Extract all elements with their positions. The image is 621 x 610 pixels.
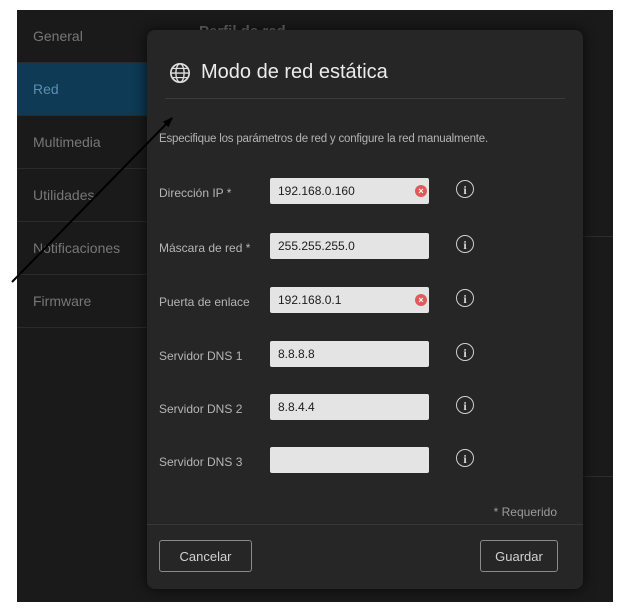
info-icon[interactable]: i: [456, 180, 474, 198]
field-row-gateway: Puerta de enlace × i: [159, 287, 583, 317]
dns2-label: Servidor DNS 2: [159, 402, 243, 416]
error-icon[interactable]: ×: [415, 185, 427, 197]
dns1-label: Servidor DNS 1: [159, 349, 243, 363]
dns3-label: Servidor DNS 3: [159, 455, 243, 469]
save-button[interactable]: Guardar: [480, 540, 558, 572]
dns3-input[interactable]: [270, 447, 429, 473]
field-row-netmask: Máscara de red * i: [159, 233, 583, 263]
info-icon[interactable]: i: [456, 235, 474, 253]
field-row-ip: Dirección IP * × i: [159, 178, 583, 208]
error-icon[interactable]: ×: [415, 294, 427, 306]
ip-address-input[interactable]: [270, 178, 429, 204]
dialog-description: Especifique los parámetros de red y conf…: [159, 133, 488, 145]
info-icon[interactable]: i: [456, 289, 474, 307]
gateway-label: Puerta de enlace: [159, 295, 250, 309]
info-icon[interactable]: i: [456, 343, 474, 361]
dns2-input[interactable]: [270, 394, 429, 420]
ip-address-label: Dirección IP *: [159, 186, 232, 200]
static-network-dialog: Modo de red estática Especifique los par…: [147, 30, 583, 589]
footer-divider: [147, 524, 583, 525]
dns1-input[interactable]: [270, 341, 429, 367]
info-icon[interactable]: i: [456, 396, 474, 414]
field-row-dns1: Servidor DNS 1 i: [159, 341, 583, 371]
field-row-dns2: Servidor DNS 2 i: [159, 394, 583, 424]
netmask-input[interactable]: [270, 233, 429, 259]
required-note: * Requerido: [493, 505, 557, 519]
netmask-label: Máscara de red *: [159, 241, 251, 255]
dialog-title: Modo de red estática: [201, 61, 388, 83]
dialog-header: Modo de red estática: [165, 58, 565, 99]
gateway-input[interactable]: [270, 287, 429, 313]
info-icon[interactable]: i: [456, 449, 474, 467]
cancel-button[interactable]: Cancelar: [159, 540, 252, 572]
field-row-dns3: Servidor DNS 3 i: [159, 447, 583, 477]
globe-icon: [170, 63, 190, 83]
